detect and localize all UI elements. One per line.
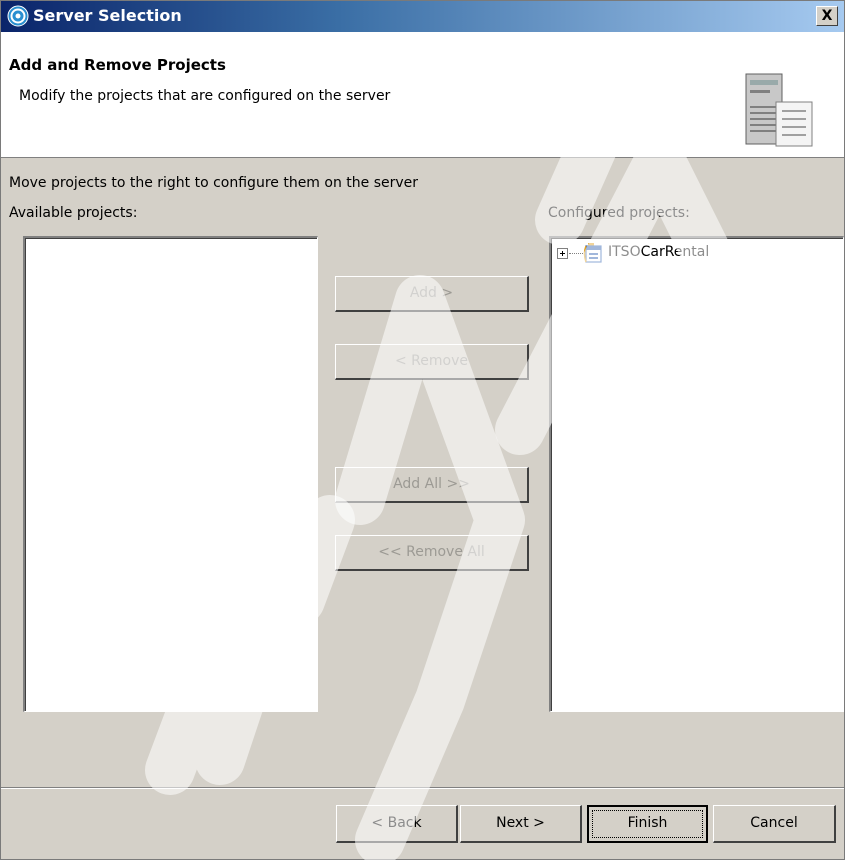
configured-projects-label: Configured projects:: [548, 205, 690, 221]
expand-icon[interactable]: [557, 248, 568, 259]
cancel-button[interactable]: Cancel: [713, 805, 836, 843]
server-selection-dialog: Server Selection X Add and Remove Projec…: [0, 0, 845, 860]
app-icon: [7, 5, 29, 27]
available-projects-label: Available projects:: [9, 205, 138, 221]
available-projects-list[interactable]: [23, 236, 318, 712]
title-bar[interactable]: Server Selection X: [1, 1, 844, 32]
close-icon: X: [821, 8, 833, 24]
next-button[interactable]: Next >: [460, 805, 582, 843]
add-button[interactable]: Add >: [335, 276, 529, 312]
page-description: Modify the projects that are configured …: [19, 88, 391, 104]
enterprise-project-icon: [583, 243, 602, 263]
focus-ring: [592, 810, 703, 838]
tree-connector: [569, 253, 583, 254]
tree-item-label: ITSOCarRental: [608, 244, 710, 260]
server-document-icon: [736, 50, 816, 148]
page-title: Add and Remove Projects: [9, 56, 226, 74]
back-button[interactable]: < Back: [336, 805, 458, 843]
close-button[interactable]: X: [816, 6, 838, 26]
finish-button[interactable]: Finish: [587, 805, 708, 843]
remove-button[interactable]: < Remove: [335, 344, 529, 380]
footer-separator: [1, 787, 844, 789]
window-title: Server Selection: [33, 6, 182, 25]
instruction-text: Move projects to the right to configure …: [9, 175, 419, 191]
configured-projects-tree[interactable]: ITSOCarRental: [549, 236, 844, 712]
wizard-header: Add and Remove Projects Modify the proje…: [1, 32, 844, 158]
add-all-button[interactable]: Add All >>: [335, 467, 529, 503]
remove-all-button[interactable]: << Remove All: [335, 535, 529, 571]
